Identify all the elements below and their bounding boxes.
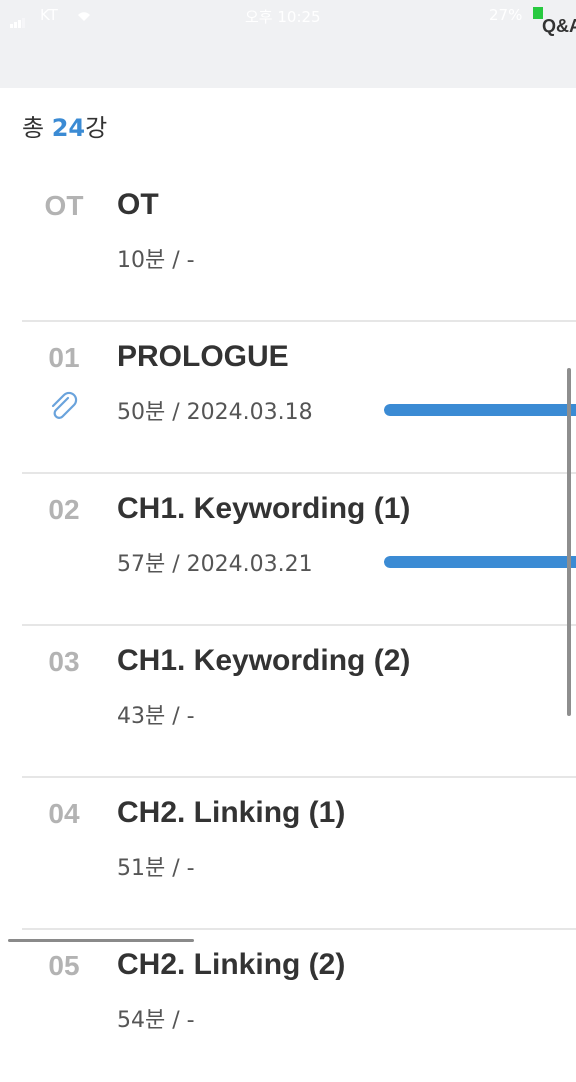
lesson-number: OT xyxy=(44,190,84,221)
lesson-title: CH2. Linking (2) xyxy=(117,948,346,981)
status-bar: KT 오후 10:25 27% xyxy=(0,0,576,32)
lesson-title: CH1. Keywording (2) xyxy=(117,644,411,677)
lesson-meta: 10분 / - xyxy=(117,248,195,273)
home-indicator xyxy=(8,939,194,942)
lesson-title: OT xyxy=(117,188,159,221)
summary-prefix: 총 xyxy=(22,114,45,142)
lesson-title: CH1. Keywording (1) xyxy=(117,492,411,525)
carrier-label: KT xyxy=(40,6,58,24)
lesson-meta: 50분 / 2024.03.18 xyxy=(117,400,313,425)
wifi-icon xyxy=(76,8,92,26)
lesson-row[interactable]: 04 CH2. Linking (1) 51분 / - xyxy=(0,778,576,930)
lesson-number: 04 xyxy=(48,798,80,829)
progress-fill xyxy=(384,404,576,416)
lesson-meta: 43분 / - xyxy=(117,704,195,729)
paperclip-icon[interactable] xyxy=(46,390,82,430)
lesson-title: PROLOGUE xyxy=(117,340,289,373)
progress-fill xyxy=(384,556,576,568)
lesson-row[interactable]: OT OT 10분 / - xyxy=(0,170,576,322)
signal-icon xyxy=(10,10,26,28)
summary-suffix: 강 xyxy=(85,114,108,142)
lesson-meta: 54분 / - xyxy=(117,1008,195,1033)
lesson-title: CH2. Linking (1) xyxy=(117,796,346,829)
battery-percent: 27% xyxy=(489,6,523,24)
scrollbar[interactable] xyxy=(567,368,571,716)
lesson-number: 03 xyxy=(48,646,80,677)
top-bar: KT 오후 10:25 27% Q&A xyxy=(0,0,576,88)
lesson-meta: 57분 / 2024.03.21 xyxy=(117,552,313,577)
lesson-row[interactable]: 01 PROLOGUE 50분 / 2024.03.18 xyxy=(0,322,576,474)
lesson-row[interactable]: 03 CH1. Keywording (2) 43분 / - xyxy=(0,626,576,778)
progress-bar xyxy=(384,556,576,568)
lesson-count-summary: 총 24강 xyxy=(22,108,107,143)
lesson-number: 05 xyxy=(48,950,80,981)
lesson-row[interactable]: 02 CH1. Keywording (1) 57분 / 2024.03.21 xyxy=(0,474,576,626)
lesson-count: 24 xyxy=(51,114,86,142)
status-time: 오후 10:25 xyxy=(245,8,321,26)
progress-bar xyxy=(384,404,576,416)
lesson-number: 02 xyxy=(48,494,80,525)
qa-link[interactable]: Q&A xyxy=(542,16,576,37)
lesson-number: 01 xyxy=(48,342,80,373)
lesson-row[interactable]: 05 CH2. Linking (2) 54분 / - xyxy=(0,930,576,1082)
lesson-meta: 51분 / - xyxy=(117,856,195,881)
